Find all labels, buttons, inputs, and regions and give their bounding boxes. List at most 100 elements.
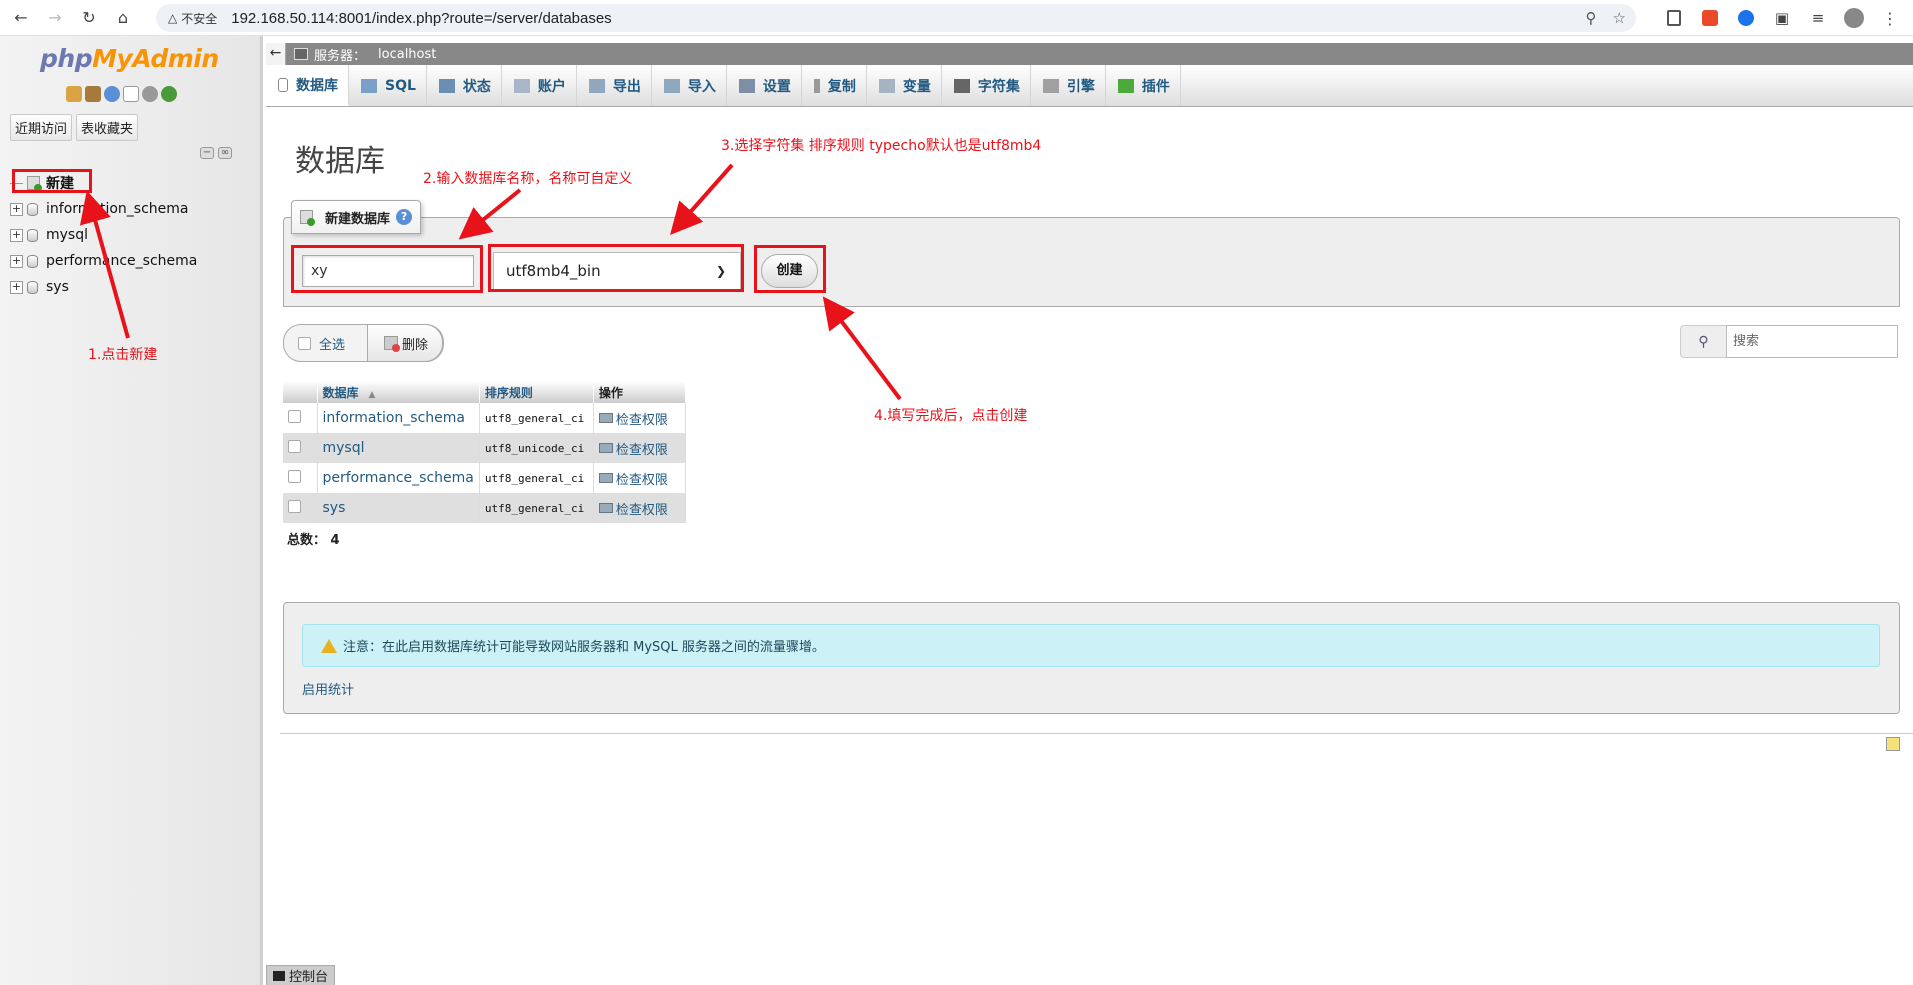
select-all-checkbox[interactable]: 全选 [284, 334, 362, 353]
home-icon[interactable] [66, 86, 82, 102]
tree-item-performance-schema[interactable]: + performance_schema [10, 248, 197, 274]
check-privileges-link[interactable]: 检查权限 [598, 409, 680, 428]
legend-label: 新建数据库 [325, 211, 391, 227]
tab-label: 插件 [1141, 78, 1170, 95]
profile-avatar-icon[interactable] [1839, 3, 1869, 33]
address-bar[interactable]: △ 不安全 192.168.50.114:8001/index.php?rout… [156, 4, 1636, 32]
action-cell: 检查权限 [593, 433, 686, 463]
sql-icon [361, 78, 377, 93]
tree-item-mysql[interactable]: + mysql [10, 222, 197, 248]
bookmark-star-icon[interactable]: ☆ [1613, 9, 1626, 27]
row-checkbox[interactable] [288, 409, 301, 423]
tab-label: 导出 [612, 78, 641, 95]
tab-databases[interactable]: 数据库 [266, 65, 349, 106]
delete-button[interactable]: 删除 [366, 324, 443, 362]
extension-red-icon[interactable] [1695, 3, 1725, 33]
tab-plugins[interactable]: 插件 [1106, 65, 1181, 106]
database-link[interactable]: mysql [323, 440, 365, 456]
tab-variables[interactable]: 变量 [867, 65, 942, 106]
collation-cell: utf8_general_ci [479, 403, 594, 433]
import-icon [663, 78, 680, 93]
console-tab[interactable]: 控制台 [266, 965, 336, 985]
expand-icon[interactable]: + [10, 228, 23, 242]
url-text: 192.168.50.114:8001/index.php?route=/ser… [231, 9, 612, 27]
logout-icon[interactable] [85, 86, 101, 102]
column-header-collation[interactable]: 排序规则 [479, 381, 594, 403]
reading-list-icon[interactable] [1659, 3, 1689, 33]
collapse-all-icon[interactable]: − [200, 147, 214, 159]
tab-import[interactable]: 导入 [652, 65, 727, 106]
check-privileges-link[interactable]: 检查权限 [598, 469, 680, 488]
settings-gear-icon[interactable] [142, 86, 158, 102]
phpmyadmin-logo[interactable]: phpMyAdmin [40, 44, 219, 73]
check-privileges-link[interactable]: 检查权限 [598, 439, 680, 458]
server-name-link[interactable]: localhost [378, 47, 436, 62]
check-privileges-link[interactable]: 检查权限 [598, 499, 680, 518]
tab-status[interactable]: 状态 [427, 65, 502, 106]
column-header-database[interactable]: 数据库 ▲ [317, 381, 480, 403]
tab-engines[interactable]: 引擎 [1031, 65, 1106, 106]
action-label: 检查权限 [615, 472, 668, 488]
tab-charsets[interactable]: 字符集 [942, 65, 1031, 106]
reload-icon[interactable]: ↻ [72, 1, 106, 35]
tab-sql[interactable]: SQL [349, 65, 427, 106]
database-table: 数据库 ▲ 排序规则 操作 information_schema utf8_gen… [283, 381, 686, 523]
search-icon[interactable]: ⚲ [1680, 325, 1726, 358]
annotation-step4: 4.填写完成后，点击创建 [874, 408, 1028, 424]
zoom-icon[interactable]: ⚲ [1586, 9, 1597, 27]
action-label: 检查权限 [615, 502, 668, 518]
tree-item-sys[interactable]: + sys [10, 274, 197, 300]
tab-settings[interactable]: 设置 [727, 65, 802, 106]
menu-dots-icon[interactable]: ⋮ [1875, 3, 1905, 33]
back-arrow-icon[interactable]: ← [4, 1, 38, 35]
privileges-icon [598, 503, 613, 513]
tab-replication[interactable]: 复制 [802, 65, 867, 106]
reload-nav-icon[interactable] [161, 86, 177, 102]
table-search: ⚲ 搜索 [1680, 325, 1898, 358]
expand-icon[interactable]: + [10, 202, 23, 216]
favorites-tab[interactable]: 表收藏夹 [76, 114, 139, 141]
row-checkbox[interactable] [288, 469, 301, 483]
tab-accounts[interactable]: 账户 [502, 65, 577, 106]
docs-icon[interactable] [123, 86, 139, 102]
enable-statistics-link[interactable]: 启用统计 [302, 679, 354, 698]
warning-icon: △ [168, 11, 178, 25]
tab-label: SQL [385, 77, 416, 94]
download-icon[interactable] [1731, 3, 1761, 33]
tab-label: 字符集 [977, 78, 1020, 95]
tree-item-information-schema[interactable]: + information_schema [10, 196, 197, 222]
media-control-icon[interactable]: ≡ [1803, 3, 1833, 33]
help-icon[interactable]: ? [396, 209, 413, 225]
database-link[interactable]: information_schema [323, 410, 466, 426]
row-checkbox[interactable] [288, 439, 301, 453]
extensions-puzzle-icon[interactable]: ▣ [1767, 3, 1797, 33]
link-with-main-icon[interactable]: ∞ [218, 147, 232, 159]
checkbox[interactable] [298, 336, 311, 350]
tree-item-label: mysql [46, 227, 88, 243]
annotation-box-collation [488, 244, 744, 292]
recent-tab[interactable]: 近期访问 [10, 114, 73, 141]
page-settings-icon[interactable] [1886, 737, 1900, 751]
database-link[interactable]: sys [323, 500, 346, 516]
tab-export[interactable]: 导出 [577, 65, 652, 106]
tab-label: 设置 [762, 78, 791, 95]
annotation-box-create [754, 245, 826, 293]
home-icon[interactable]: ⌂ [106, 1, 140, 35]
row-checkbox[interactable] [288, 499, 301, 513]
search-input[interactable]: 搜索 [1726, 325, 1898, 358]
header-label: 操作 [598, 385, 623, 400]
privileges-icon [598, 413, 613, 423]
help-icon[interactable] [104, 86, 120, 102]
server-label: 服务器： [314, 48, 367, 64]
database-link[interactable]: performance_schema [323, 470, 474, 486]
tree-item-label: sys [46, 279, 69, 295]
expand-icon[interactable]: + [10, 254, 23, 268]
annotation-step3: 3.选择字符集 排序规则 typecho默认也是utf8mb4 [721, 138, 1042, 154]
collapse-nav-arrow-icon[interactable]: ← [266, 43, 286, 65]
forward-arrow-icon[interactable]: → [38, 1, 72, 35]
expand-icon[interactable]: + [10, 280, 23, 294]
engine-icon [1042, 78, 1059, 93]
annotation-step1: 1.点击新建 [88, 347, 158, 363]
bulk-action-group: 全选 删除 [283, 324, 444, 362]
security-chip[interactable]: △ 不安全 [168, 10, 217, 27]
